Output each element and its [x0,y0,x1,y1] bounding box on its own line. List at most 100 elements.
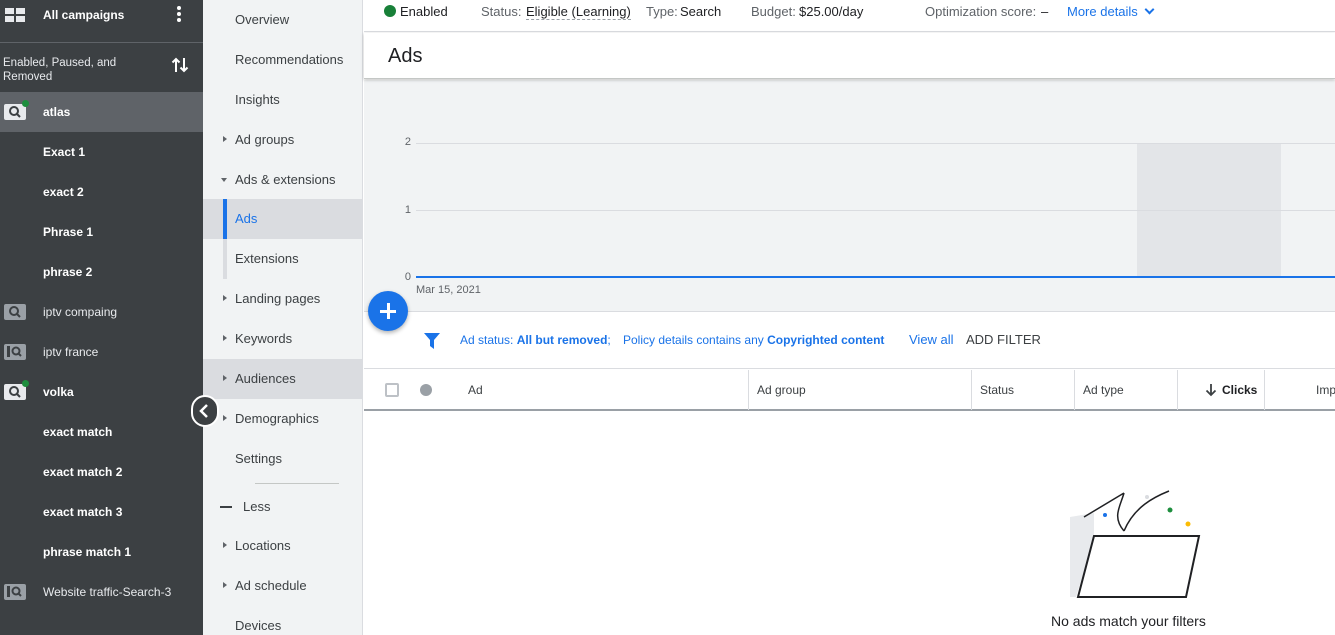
campaign-tree-panel: All campaigns Enabled, Paused, and Remov… [0,0,203,635]
campaign-status-bar: Enabled Status: Eligible (Learning) Type… [364,0,1335,32]
adgroup-item[interactable]: exact match [0,412,203,452]
more-details-label: More details [1067,4,1138,19]
adgroup-item[interactable]: exact match 3 [0,492,203,532]
campaign-label: iptv compaing [43,305,118,319]
filter-chip-policy[interactable]: Policy details contains any Copyrighted … [623,333,884,347]
y-tick-label: 0 [404,271,411,283]
expand-arrow-icon [223,375,227,381]
collapse-arrow-icon [221,178,227,182]
enabled-status-dot [22,380,29,387]
menu-item-locations[interactable]: Locations [203,526,363,566]
empty-folder-illustration [1070,490,1201,598]
campaign-item[interactable]: iptv france [0,332,203,372]
plus-icon [387,303,390,319]
expand-arrow-icon [223,542,227,548]
chart-plot [416,143,1335,278]
menu-item-overview[interactable]: Overview [203,0,363,40]
menu-item-settings[interactable]: Settings [203,439,363,479]
menu-label: Settings [235,451,282,466]
menu-item-recommendations[interactable]: Recommendations [203,40,363,80]
more-vert-icon[interactable] [176,6,182,24]
column-status[interactable]: Status [972,370,1075,410]
adgroup-item[interactable]: Phrase 1 [0,212,203,252]
y-tick-label: 1 [404,204,411,216]
empty-state-message: No ads match your filters [1051,613,1206,629]
adgroup-item[interactable]: phrase 2 [0,252,203,292]
column-label: Status [980,383,1015,397]
menu-label: Keywords [235,331,293,346]
page-menu: Overview Recommendations Insights Ad gro… [203,0,363,635]
sort-icon[interactable] [170,54,190,76]
column-impressions[interactable]: Imp [1265,370,1335,410]
enabled-status[interactable]: Enabled [400,4,448,19]
menu-item-keywords[interactable]: Keywords [203,319,363,359]
column-label: Clicks [1222,383,1258,397]
budget-value[interactable]: $25.00/day [799,4,863,19]
adgroup-label: exact match [43,425,113,439]
menu-item-landing-pages[interactable]: Landing pages [203,279,363,319]
adgroup-label: exact match 2 [43,465,123,479]
campaign-item-volka[interactable]: volka [0,372,203,412]
column-label: Ad [468,383,483,397]
menu-item-audiences[interactable]: Audiences [203,359,363,399]
column-ad-type[interactable]: Ad type [1075,370,1178,410]
filter-prefix: Policy details contains any [623,333,764,347]
adgroup-item[interactable]: exact 2 [0,172,203,212]
expand-arrow-icon [223,335,227,341]
optimization-prefix: Optimization score: [925,4,1037,19]
menu-divider [255,483,339,484]
search-campaign-icon [4,584,26,600]
all-campaigns-header[interactable]: All campaigns [0,0,203,32]
column-label: Ad group [757,383,806,397]
add-filter-button[interactable]: ADD FILTER [966,332,1041,347]
adgroup-label: Phrase 1 [43,225,94,239]
campaign-item[interactable]: iptv compaing [0,292,203,332]
campaign-item-atlas[interactable]: atlas [0,92,203,132]
campaign-item[interactable]: Website traffic-Search-3 [0,572,203,612]
budget-prefix: Budget: [751,4,796,19]
enabled-status-dot [384,5,396,17]
menu-label: Audiences [235,371,296,386]
google-ads-app: All campaigns Enabled, Paused, and Remov… [0,0,1335,635]
filter-icon[interactable] [424,333,440,350]
filter-chip-status[interactable]: Ad status: All but removed; [460,333,611,347]
status-value[interactable]: Eligible (Learning) [526,4,631,20]
divider [0,42,203,43]
menu-item-insights[interactable]: Insights [203,80,363,120]
more-details-link[interactable]: More details [1067,4,1155,19]
x-tick-label: Mar 15, 2021 [416,284,481,296]
status-filter-label[interactable]: Enabled, Paused, and Removed [3,56,153,84]
menu-item-extensions[interactable]: Extensions [203,239,363,279]
enabled-status-dot [22,100,29,107]
expand-arrow-icon [223,582,227,588]
filter-value: All but removed [516,333,608,347]
adgroup-item[interactable]: Exact 1 [0,132,203,172]
menu-item-ads[interactable]: Ads [203,199,363,239]
view-all-link[interactable]: View all [909,332,954,347]
column-ad-group[interactable]: Ad group [749,370,972,410]
campaign-label: atlas [43,105,71,119]
column-clicks[interactable]: Clicks [1178,370,1265,410]
table-header: Ad Ad group Status Ad type Clicks Imp [364,370,1335,411]
menu-item-demographics[interactable]: Demographics [203,399,363,439]
menu-item-ads-extensions[interactable]: Ads & extensions [203,160,363,200]
select-all-checkbox[interactable] [385,383,399,397]
type-prefix: Type: [646,4,678,19]
column-ad[interactable]: Ad [454,370,749,410]
search-campaign-icon [4,344,26,360]
adgroup-item[interactable]: phrase match 1 [0,532,203,572]
filter-separator: ; [607,333,611,347]
campaign-label: volka [43,385,74,399]
collapse-panel-button[interactable] [191,395,219,427]
selected-indicator [223,199,227,239]
column-label: Ad type [1083,383,1124,397]
menu-label: Landing pages [235,291,321,306]
page-header: Ads [364,33,1335,79]
adgroup-item[interactable]: exact match 2 [0,452,203,492]
menu-item-devices[interactable]: Devices [203,606,363,635]
menu-label: Ads [235,211,258,226]
menu-item-ad-groups[interactable]: Ad groups [203,120,363,160]
add-ad-button[interactable] [368,291,408,331]
menu-item-ad-schedule[interactable]: Ad schedule [203,566,363,606]
campaign-label: Website traffic-Search-3 [43,585,172,599]
